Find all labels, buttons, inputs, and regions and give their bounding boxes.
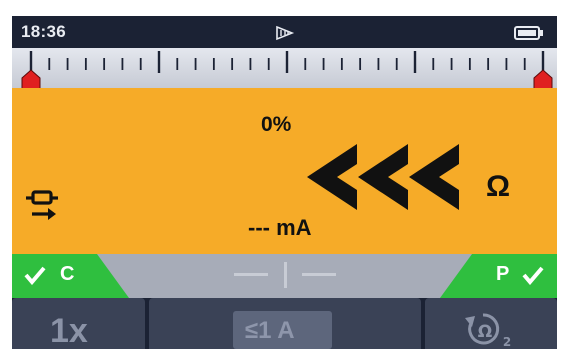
test-leads-icon — [26, 190, 58, 220]
continuity-badge-label: C — [60, 263, 75, 285]
under-range-indicator — [307, 144, 459, 210]
polarity-badge-label: P — [496, 263, 510, 285]
range-marker-left-icon — [21, 69, 41, 88]
percent-readout: 0% — [261, 113, 292, 136]
status-bar: 18:36 — [12, 16, 557, 48]
check-icon — [24, 266, 46, 285]
measurement-panel: 0% Ω --- mA — [12, 88, 557, 270]
null-ohm-2-icon: Ω 2 — [465, 313, 511, 349]
battery-icon — [514, 26, 543, 40]
secondary-reading-right — [302, 273, 336, 276]
scale-ticks — [29, 51, 545, 73]
check-icon — [522, 266, 544, 285]
softkey-bar: 1x ≤1 A Ω 2 — [12, 298, 557, 349]
unit-label: Ω — [486, 170, 511, 203]
current-limit-label: ≤1 A — [245, 317, 295, 344]
meter-screen: 18:36 0% Ω --- mA C P 1x ≤1 A Ω 2 — [12, 16, 557, 349]
range-scale — [12, 48, 557, 88]
null-softkey[interactable]: Ω 2 — [425, 298, 557, 349]
multiplier-softkey[interactable]: 1x — [12, 298, 145, 349]
multiplier-label: 1x — [50, 312, 88, 349]
wireless-sweep-icon — [276, 25, 295, 41]
current-limit-softkey[interactable]: ≤1 A — [149, 298, 421, 349]
secondary-reading-left — [234, 273, 268, 276]
svg-text:Ω: Ω — [478, 322, 492, 342]
reading-separator — [284, 262, 287, 288]
test-current-readout: --- mA — [248, 215, 312, 240]
svg-text:2: 2 — [503, 335, 511, 349]
range-marker-right-icon — [533, 69, 553, 88]
result-strip: C P — [12, 254, 557, 298]
clock: 18:36 — [21, 22, 66, 41]
current-limit-box: ≤1 A — [233, 311, 332, 349]
